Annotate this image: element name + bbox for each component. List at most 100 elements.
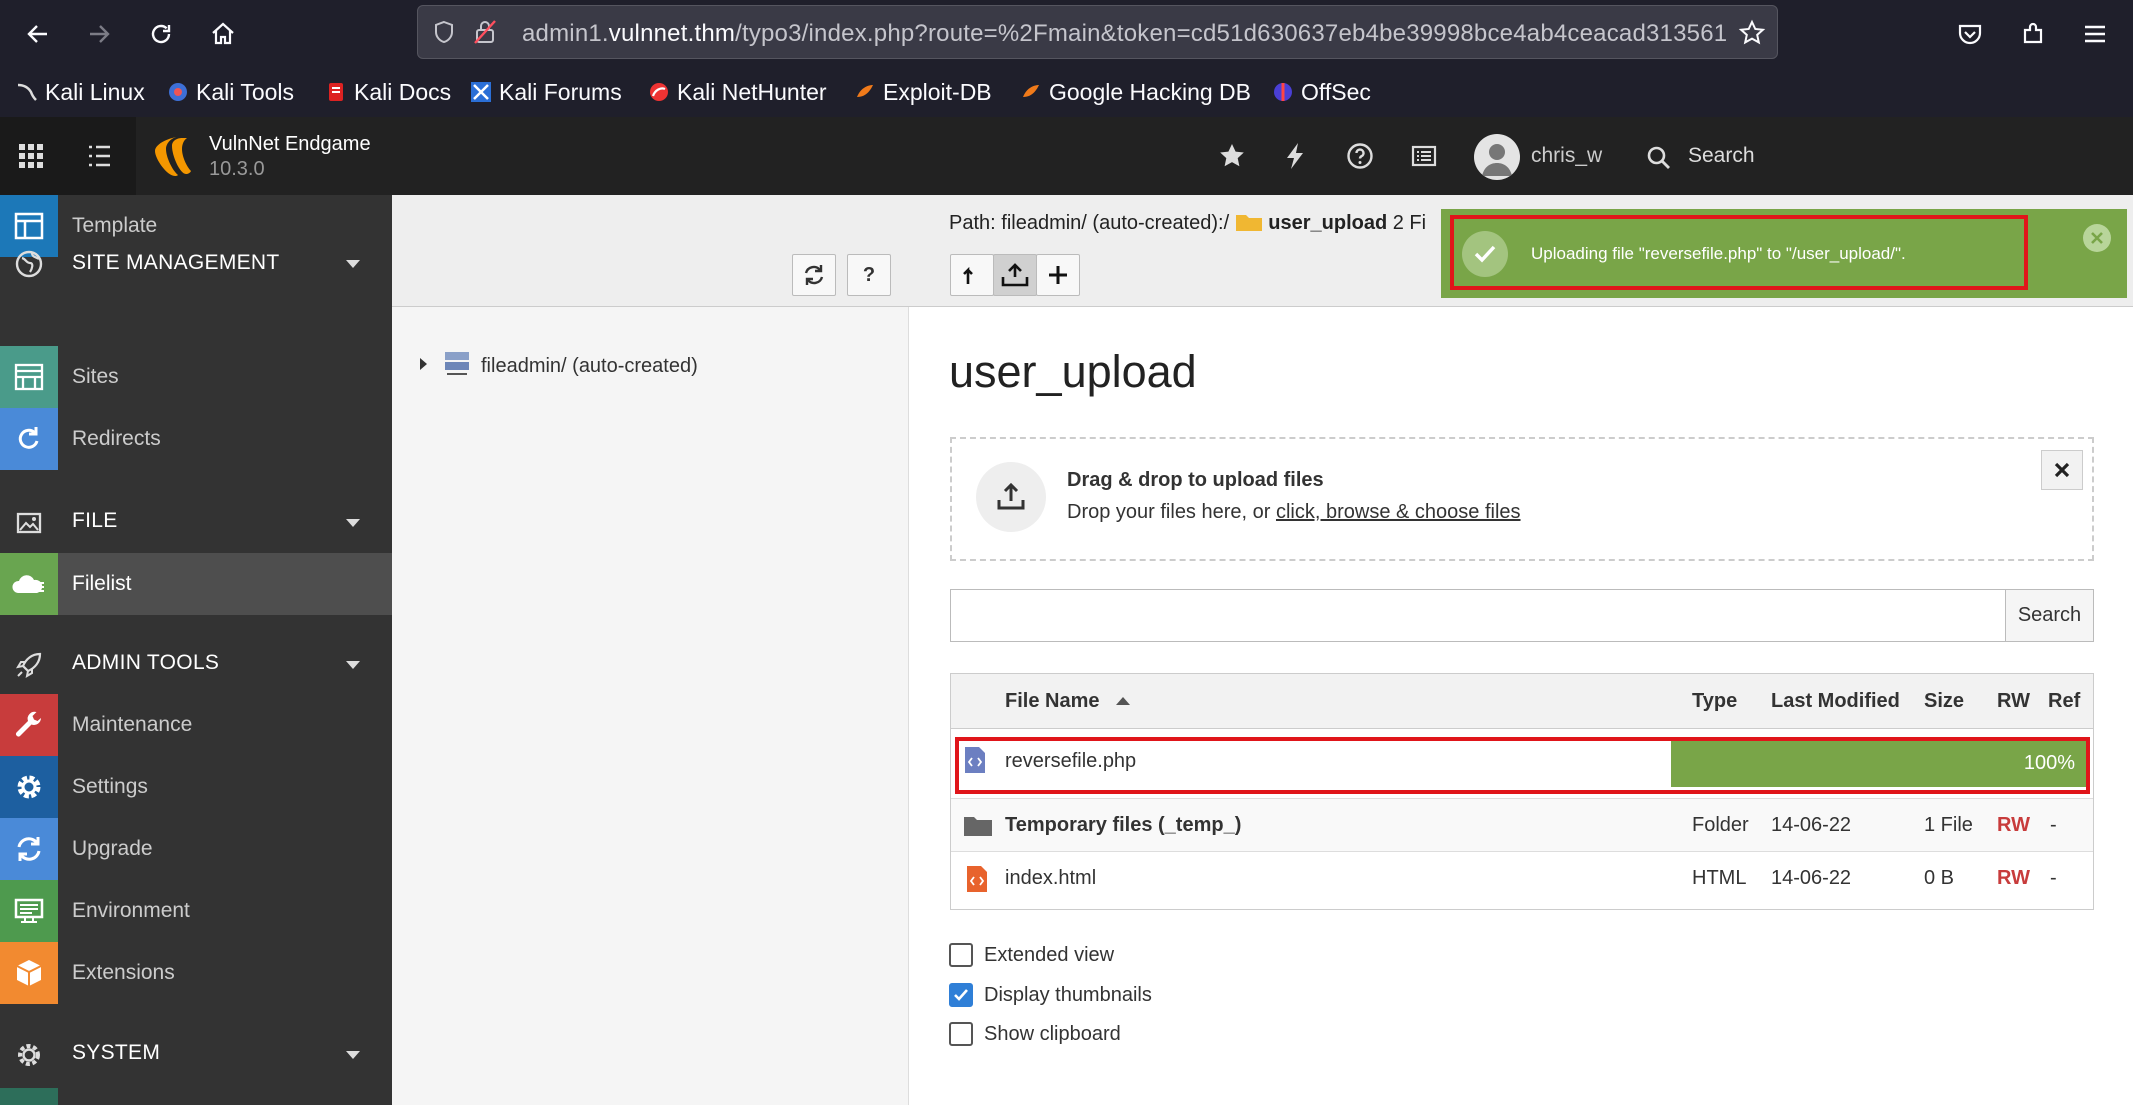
- back-button[interactable]: [16, 12, 60, 56]
- browse-files-link[interactable]: click, browse & choose files: [1276, 501, 1521, 523]
- bookmark-kali-nethunter[interactable]: Kali NetHunter: [648, 78, 827, 106]
- close-icon: [2054, 462, 2070, 478]
- typo3-logo-icon[interactable]: [152, 134, 192, 178]
- plus-icon: [1049, 266, 1067, 284]
- col-header-type[interactable]: Type: [1692, 690, 1737, 713]
- bookmark-kali-linux[interactable]: Kali Linux: [16, 78, 145, 106]
- bookmark-kali-docs[interactable]: Kali Docs: [325, 78, 451, 106]
- sidebar-group-label: ADMIN TOOLS: [72, 651, 220, 674]
- col-header-modified[interactable]: Last Modified: [1771, 690, 1900, 713]
- sidebar-item-extensions[interactable]: Extensions: [0, 942, 392, 1004]
- filelist-icon: [0, 553, 58, 615]
- new-button[interactable]: [1036, 254, 1080, 296]
- table-row[interactable]: index.html HTML 14-06-22 0 B RW -: [951, 852, 2093, 905]
- tree-refresh-button[interactable]: [792, 254, 836, 296]
- file-permissions: RW: [1997, 867, 2030, 889]
- checkbox-checked[interactable]: [949, 983, 973, 1007]
- list-icon: [89, 145, 110, 167]
- sidebar-item-sites[interactable]: Sites: [0, 346, 392, 408]
- col-header-size[interactable]: Size: [1924, 690, 1964, 713]
- forward-button[interactable]: [77, 12, 121, 56]
- bookmark-exploit-db[interactable]: Exploit-DB: [854, 78, 992, 106]
- table-row[interactable]: Temporary files (_temp_) Folder 14-06-22…: [951, 799, 2093, 852]
- file-search-input[interactable]: [950, 589, 2006, 642]
- hamburger-icon: [2085, 25, 2105, 43]
- bookmark-google-hacking-db[interactable]: Google Hacking DB: [1020, 78, 1251, 106]
- bookmark-kali-tools[interactable]: Kali Tools: [167, 78, 294, 106]
- sidebar-item-maintenance[interactable]: Maintenance: [0, 694, 392, 756]
- home-button[interactable]: [201, 12, 245, 56]
- address-bar[interactable]: admin1.vulnnet.thm/typo3/index.php?route…: [417, 5, 1778, 59]
- file-type: Folder: [1692, 814, 1749, 836]
- extensions-button[interactable]: [2011, 12, 2055, 56]
- menu-button[interactable]: [2073, 12, 2117, 56]
- html-file-icon: [967, 866, 987, 892]
- sidebar-item-partial[interactable]: [0, 1088, 58, 1105]
- notification-close-button[interactable]: [2083, 224, 2111, 252]
- tree-toggle[interactable]: [84, 141, 114, 171]
- help-icon: [1347, 143, 1373, 169]
- rocket-icon: [15, 652, 42, 679]
- col-header-name[interactable]: File Name: [1005, 690, 1099, 713]
- file-search-button[interactable]: Search: [2005, 589, 2094, 642]
- bookmark-kali-forums[interactable]: Kali Forums: [470, 78, 622, 106]
- folder-up-button[interactable]: [950, 254, 994, 296]
- reload-button[interactable]: [139, 12, 183, 56]
- sidebar-group-system[interactable]: SYSTEM: [0, 1023, 392, 1085]
- bookmark-star-icon[interactable]: [1738, 19, 1766, 47]
- typo3-topbar: [0, 117, 2133, 195]
- file-size: 0 B: [1924, 867, 1955, 889]
- upload-circle: [976, 462, 1046, 532]
- file-size: 1 File: [1924, 814, 1973, 836]
- sidebar-item-label: Sites: [72, 365, 119, 388]
- sidebar-group-site-management[interactable]: SITE MANAGEMENT: [0, 215, 392, 278]
- sidebar-item-label: Environment: [72, 899, 190, 922]
- chevron-down-icon: [346, 260, 360, 268]
- bookmark-offsec[interactable]: OffSec: [1272, 78, 1371, 106]
- nethunter-icon: [648, 81, 670, 103]
- sidebar-item-filelist[interactable]: Filelist: [0, 553, 392, 615]
- sidebar-group-admin-tools[interactable]: ADMIN TOOLS: [0, 633, 392, 695]
- upload-button[interactable]: [993, 254, 1037, 296]
- sidebar-item-redirects[interactable]: Redirects: [0, 408, 392, 470]
- chevron-right-icon[interactable]: [420, 358, 427, 370]
- dropzone-close-button[interactable]: [2041, 450, 2083, 490]
- col-header-rw[interactable]: RW: [1997, 690, 2030, 713]
- username[interactable]: chris_w: [1531, 144, 1602, 168]
- site-name[interactable]: VulnNet Endgame: [209, 133, 371, 156]
- pocket-button[interactable]: [1948, 12, 1992, 56]
- dropzone-subtitle: Drop your files here, or click, browse &…: [1067, 501, 1521, 523]
- offsec-icon: [1272, 81, 1294, 103]
- help-button[interactable]: [1345, 141, 1375, 171]
- kali-forums-icon: [470, 81, 492, 103]
- system-info-button[interactable]: [1409, 141, 1439, 171]
- module-menu-toggle[interactable]: [16, 141, 46, 171]
- col-header-ref[interactable]: Ref: [2048, 690, 2080, 713]
- upload-dropzone[interactable]: Drag & drop to upload files Drop your fi…: [950, 437, 2094, 561]
- tree-help-button[interactable]: ?: [847, 254, 891, 296]
- avatar[interactable]: [1474, 134, 1520, 180]
- checkbox[interactable]: [949, 943, 973, 967]
- storage-icon: [445, 352, 469, 375]
- file-ref: -: [2050, 867, 2057, 889]
- option-display-thumbnails[interactable]: Display thumbnails: [949, 980, 1152, 1010]
- sidebar-item-label: Settings: [72, 775, 148, 798]
- sidebar-group-file[interactable]: FILE: [0, 491, 392, 553]
- browser-toolbar: admin1.vulnnet.thm/typo3/index.php?route…: [0, 0, 2133, 66]
- ghdb-icon: [1020, 81, 1042, 103]
- sidebar-item-label: Filelist: [72, 572, 132, 595]
- tree-root-label[interactable]: fileadmin/ (auto-created): [481, 355, 698, 378]
- pocket-icon: [1958, 24, 1982, 45]
- sidebar-item-environment[interactable]: Environment: [0, 880, 392, 942]
- sidebar-item-upgrade[interactable]: Upgrade: [0, 818, 392, 880]
- sidebar-group-label: SYSTEM: [72, 1041, 161, 1064]
- flush-cache-button[interactable]: [1281, 141, 1311, 171]
- sidebar-item-settings[interactable]: Settings: [0, 756, 392, 818]
- bookmarks-toolbar-button[interactable]: [1217, 141, 1247, 171]
- topbar-search[interactable]: Search: [1688, 144, 1755, 168]
- option-extended-view[interactable]: Extended view: [949, 940, 1114, 970]
- search-icon[interactable]: [1646, 145, 1672, 171]
- option-show-clipboard[interactable]: Show clipboard: [949, 1019, 1121, 1049]
- globe-icon: [15, 250, 43, 278]
- checkbox[interactable]: [949, 1022, 973, 1046]
